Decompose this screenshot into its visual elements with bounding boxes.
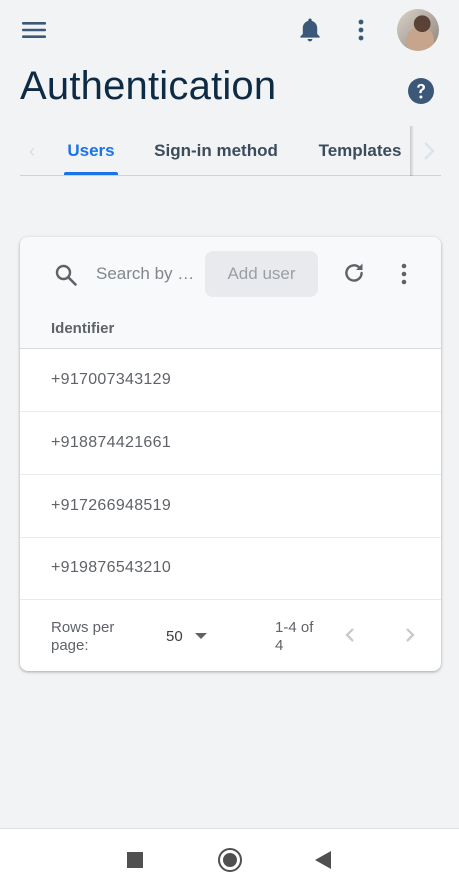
rows-per-page-label: Rows per page: [51, 619, 115, 654]
tab-users[interactable]: Users [64, 126, 118, 176]
refresh-icon[interactable] [338, 257, 370, 289]
user-identifier: +918874421661 [51, 434, 172, 451]
table-row[interactable]: +917266948519 [20, 475, 441, 538]
search-icon[interactable] [50, 259, 82, 291]
tab-scroll-shadow [410, 126, 414, 176]
recents-icon[interactable] [127, 852, 143, 868]
menu-icon[interactable] [14, 12, 54, 48]
tab-sign-in-method[interactable]: Sign-in method [147, 126, 285, 176]
table-row[interactable]: +917007343129 [20, 349, 441, 412]
users-card: Add user Identifier +917007343129 +91887… [20, 237, 441, 671]
column-header-identifier[interactable]: Identifier [51, 320, 114, 337]
add-user-button[interactable]: Add user [205, 251, 318, 297]
tab-templates[interactable]: Templates [313, 126, 407, 176]
table-header: Identifier [20, 309, 441, 349]
page-title: Authentication [20, 64, 277, 108]
avatar[interactable] [397, 9, 439, 51]
chevron-left-icon[interactable] [336, 621, 364, 649]
system-nav-bar [0, 828, 459, 890]
tab-bar: ‹ Users Sign-in method Templates [20, 126, 441, 176]
user-identifier: +917007343129 [51, 371, 172, 388]
table-row[interactable]: +918874421661 [20, 412, 441, 475]
help-icon[interactable] [404, 74, 438, 108]
more-vert-icon[interactable] [392, 257, 416, 291]
home-icon[interactable] [218, 848, 242, 872]
back-icon[interactable] [315, 851, 331, 869]
rows-per-page-select[interactable]: 50 [166, 625, 216, 647]
chevron-right-icon[interactable] [416, 126, 441, 176]
active-tab-indicator [64, 172, 118, 175]
top-app-bar [0, 0, 459, 60]
table-row[interactable]: +919876543210 [20, 537, 441, 600]
pagination-range: 1-4 of 4 [275, 619, 314, 654]
users-toolbar: Add user [20, 237, 441, 309]
more-vert-icon[interactable] [346, 12, 376, 48]
pagination: Rows per page: 50 1-4 of 4 [20, 599, 441, 671]
chevron-right-icon[interactable] [396, 621, 424, 649]
search-input[interactable] [96, 261, 200, 287]
rows-per-page-value: 50 [166, 627, 183, 645]
caret-down-icon [194, 633, 207, 639]
user-identifier: +917266948519 [51, 497, 172, 514]
bell-icon[interactable] [292, 12, 328, 48]
user-identifier: +919876543210 [51, 559, 172, 576]
chevron-left-icon: ‹ [29, 140, 35, 161]
